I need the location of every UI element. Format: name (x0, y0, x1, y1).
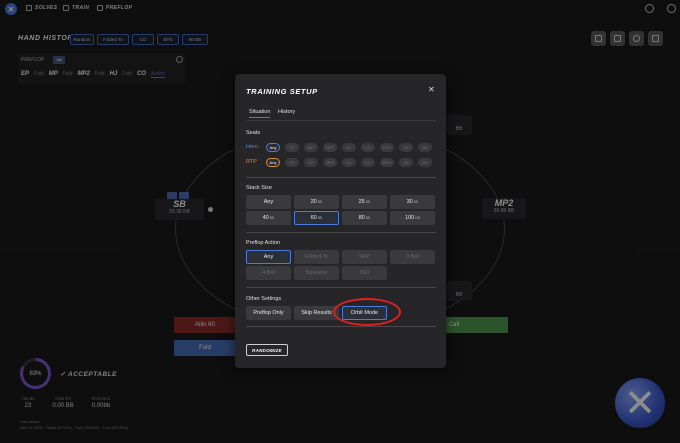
stack-option-60[interactable]: 60 BB (294, 211, 339, 225)
stack-option-60-label: 60 (310, 215, 317, 221)
hero-seat-any[interactable]: Any (266, 143, 280, 152)
stack-unit: BB (413, 200, 419, 204)
stack-unit: BB (365, 200, 371, 204)
stack-unit: BB (317, 216, 323, 220)
stack-unit: BB (317, 200, 323, 204)
rtp-seat-btn[interactable]: BTN (380, 158, 394, 167)
stack-option-20-label: 20 (310, 199, 317, 205)
stack-section-title: Stack Size (246, 185, 272, 191)
stack-option-20[interactable]: 20 BB (294, 195, 339, 209)
preflop-option-srp[interactable]: SRP (342, 250, 387, 264)
close-icon[interactable]: ✕ (428, 85, 435, 94)
randomize-button[interactable]: RANDOMIZE (246, 344, 288, 356)
hero-seat-sb[interactable]: SB (399, 143, 413, 152)
preflop-section-title: Preflop Action (246, 240, 280, 246)
section-divider (246, 232, 436, 233)
rtp-seat-sb[interactable]: SB (399, 158, 413, 167)
hero-seat-mp[interactable]: MP (304, 143, 318, 152)
section-divider (246, 326, 436, 327)
hero-seat-ep[interactable]: EP (285, 143, 299, 152)
training-setup-modal: TRAINING SETUP ✕ Situation History Seats… (235, 74, 446, 368)
stack-option-40-label: 40 (262, 215, 269, 221)
stack-option-30-label: 30 (406, 199, 413, 205)
preflop-option-3bet[interactable]: 3 Bet (390, 250, 435, 264)
rtp-seat-any[interactable]: Any (266, 158, 280, 167)
other-section-title: Other Settings (246, 296, 282, 302)
stack-option-80[interactable]: 80 BB (342, 211, 387, 225)
hero-seat-hj[interactable]: HJ (342, 143, 356, 152)
stack-option-25-label: 25 (358, 199, 365, 205)
preflop-option-any[interactable]: Any (246, 250, 291, 264)
stack-option-100-label: 100 (405, 215, 415, 221)
section-divider (246, 177, 436, 178)
stack-option-100[interactable]: 100 BB (390, 211, 435, 225)
rtp-seat-bb[interactable]: BB (418, 158, 432, 167)
preflop-option-4bet[interactable]: 4 Bet (246, 266, 291, 280)
rtp-seat-mp[interactable]: MP (304, 158, 318, 167)
stack-option-30[interactable]: 30 BB (390, 195, 435, 209)
hero-seat-btn[interactable]: BTN (380, 143, 394, 152)
seats-section-title: Seats (246, 130, 261, 136)
tab-divider (246, 120, 436, 121)
rtp-label: RTP (246, 159, 257, 165)
hero-seat-bb[interactable]: BB (418, 143, 432, 152)
rtp-seat-mp2[interactable]: MP2 (323, 158, 337, 167)
highlight-annotation (333, 298, 401, 326)
rtp-seat-ep[interactable]: EP (285, 158, 299, 167)
rtp-seat-hj[interactable]: HJ (342, 158, 356, 167)
preflop-option-folded-to[interactable]: Folded To (294, 250, 339, 264)
preflop-option-iso[interactable]: ISO (342, 266, 387, 280)
section-divider (246, 287, 436, 288)
stack-option-40[interactable]: 40 BB (246, 211, 291, 225)
rtp-seat-co[interactable]: CO (361, 158, 375, 167)
hero-seat-co[interactable]: CO (361, 143, 375, 152)
modal-title: TRAINING SETUP (246, 87, 318, 96)
stack-option-80-label: 80 (358, 215, 365, 221)
tab-situation[interactable]: Situation (249, 109, 271, 118)
hero-label: Hero (246, 144, 258, 150)
preflop-option-squeeze[interactable]: Squeeze (294, 266, 339, 280)
tab-history[interactable]: History (278, 109, 295, 115)
stack-option-25[interactable]: 25 BB (342, 195, 387, 209)
stack-unit: BB (269, 216, 275, 220)
stack-option-any[interactable]: Any (246, 195, 291, 209)
stack-unit: BB (365, 216, 371, 220)
preflop-only-toggle[interactable]: Preflop Only (246, 306, 291, 320)
stack-unit: BB (415, 216, 420, 220)
hero-seat-mp2[interactable]: MP2 (323, 143, 337, 152)
stack-option-any-label: Any (263, 199, 274, 205)
